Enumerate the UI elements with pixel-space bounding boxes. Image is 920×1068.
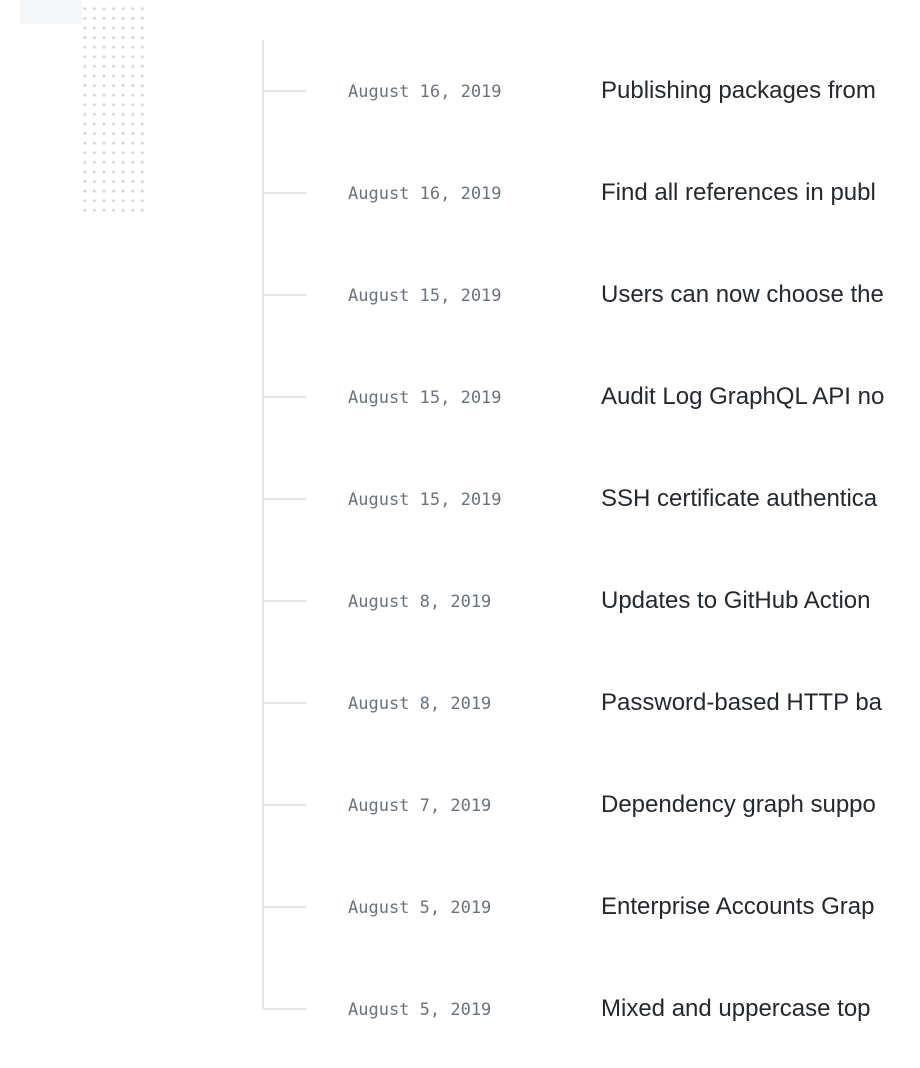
timeline-tick xyxy=(264,906,306,908)
entry-date: August 16, 2019 xyxy=(348,184,502,204)
timeline-tick xyxy=(264,90,306,92)
entry-date: August 8, 2019 xyxy=(348,694,492,714)
entry-title-link[interactable]: Users can now choose the xyxy=(601,281,920,309)
entry-title-link[interactable]: Dependency graph suppo xyxy=(601,791,920,819)
timeline-entry: August 5, 2019 Mixed and uppercase top xyxy=(0,993,920,1025)
timeline-tick xyxy=(264,702,306,704)
entry-date: August 5, 2019 xyxy=(348,1000,492,1020)
entry-title-link[interactable]: Updates to GitHub Action xyxy=(601,587,920,615)
entry-title-link[interactable]: Mixed and uppercase top xyxy=(601,995,920,1023)
timeline-tick xyxy=(264,498,306,500)
timeline-entry: August 7, 2019 Dependency graph suppo xyxy=(0,789,920,821)
entry-title-link[interactable]: Find all references in publ xyxy=(601,179,920,207)
timeline-tick xyxy=(264,396,306,398)
timeline-entry: August 16, 2019 Publishing packages from xyxy=(0,75,920,107)
timeline-entry: August 8, 2019 Password-based HTTP ba xyxy=(0,687,920,719)
entry-date: August 15, 2019 xyxy=(348,388,502,408)
timeline-tick xyxy=(264,600,306,602)
timeline-tick xyxy=(264,1008,306,1010)
timeline-entry: August 15, 2019 Users can now choose the xyxy=(0,279,920,311)
timeline-entry: August 15, 2019 SSH certificate authenti… xyxy=(0,483,920,515)
entry-date: August 7, 2019 xyxy=(348,796,492,816)
entry-title-link[interactable]: Audit Log GraphQL API no xyxy=(601,383,920,411)
timeline-tick xyxy=(264,294,306,296)
entry-date: August 16, 2019 xyxy=(348,82,502,102)
timeline-entry: August 15, 2019 Audit Log GraphQL API no xyxy=(0,381,920,413)
entry-title-link[interactable]: Password-based HTTP ba xyxy=(601,689,920,717)
timeline-tick xyxy=(264,192,306,194)
entry-title-link[interactable]: Publishing packages from xyxy=(601,77,920,105)
entry-title-link[interactable]: SSH certificate authentica xyxy=(601,485,920,513)
entry-date: August 5, 2019 xyxy=(348,898,492,918)
entry-title-link[interactable]: Enterprise Accounts Grap xyxy=(601,893,920,921)
entry-date: August 15, 2019 xyxy=(348,286,502,306)
changelog-timeline: August 16, 2019 Publishing packages from… xyxy=(0,0,920,1068)
timeline-entry: August 5, 2019 Enterprise Accounts Grap xyxy=(0,891,920,923)
timeline-entry: August 8, 2019 Updates to GitHub Action xyxy=(0,585,920,617)
entry-date: August 8, 2019 xyxy=(348,592,492,612)
timeline-tick xyxy=(264,804,306,806)
timeline-entry: August 16, 2019 Find all references in p… xyxy=(0,177,920,209)
entry-date: August 15, 2019 xyxy=(348,490,502,510)
